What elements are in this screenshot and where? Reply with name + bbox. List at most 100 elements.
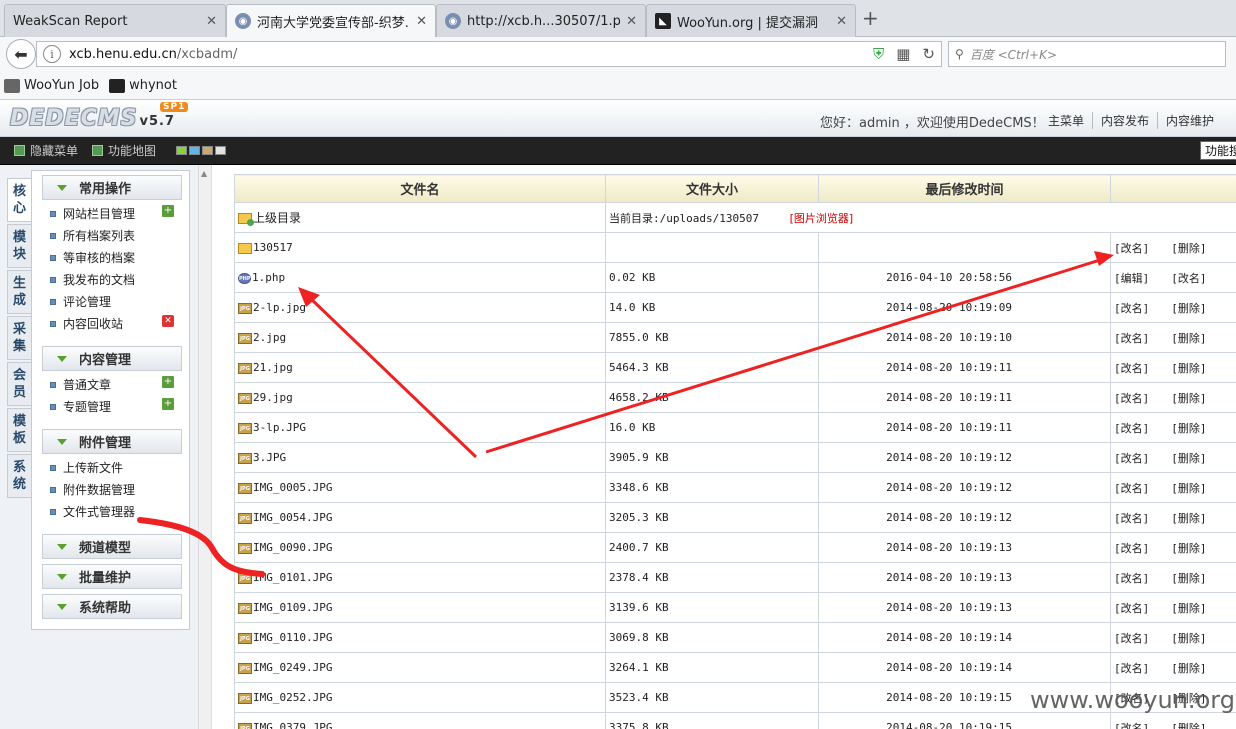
menu-item[interactable]: 所有档案列表: [50, 227, 135, 244]
parent-dir-link[interactable]: 上级目录: [234, 202, 606, 233]
rename-link[interactable]: [改名]: [1114, 602, 1149, 615]
close-icon[interactable]: ✕: [206, 14, 217, 29]
menu-section-header[interactable]: 频道模型: [42, 534, 182, 559]
delete-link[interactable]: [删除]: [1171, 662, 1206, 675]
close-icon[interactable]: ✕: [416, 14, 427, 29]
bookmark-wooyun-job[interactable]: WooYun Job: [4, 78, 99, 93]
file-name-cell[interactable]: JPG IMG_0090.JPG: [234, 532, 606, 563]
qrcode-icon[interactable]: ▦: [896, 45, 910, 63]
category-tab[interactable]: 会员: [7, 362, 31, 406]
file-name-cell[interactable]: JPG IMG_0101.JPG: [234, 562, 606, 593]
reload-icon[interactable]: ↻: [922, 45, 935, 63]
frame-divider[interactable]: ▲: [198, 165, 212, 729]
file-name-cell[interactable]: JPG 2.jpg: [234, 322, 606, 353]
file-name-cell[interactable]: JPG IMG_0249.JPG: [234, 652, 606, 683]
file-name-cell[interactable]: JPG IMG_0379.JPG: [234, 712, 606, 729]
file-name-cell[interactable]: JPG IMG_0110.JPG: [234, 622, 606, 653]
new-tab-button[interactable]: +: [862, 6, 879, 30]
delete-link[interactable]: [删除]: [1171, 302, 1206, 315]
category-tab[interactable]: 模板: [7, 408, 31, 452]
skin-swatch[interactable]: [176, 146, 188, 155]
menu-item[interactable]: 等审核的档案: [50, 249, 135, 266]
delete-link[interactable]: [删除]: [1171, 422, 1206, 435]
category-tab[interactable]: 采集: [7, 316, 31, 360]
scroll-up-icon[interactable]: ▲: [201, 169, 207, 178]
rename-link[interactable]: [改名]: [1114, 662, 1149, 675]
menu-item[interactable]: 普通文章 +: [50, 376, 174, 393]
delete-link[interactable]: [删除]: [1171, 602, 1206, 615]
menu-item[interactable]: 评论管理: [50, 293, 111, 310]
category-tab[interactable]: 核心: [7, 178, 31, 222]
delete-link[interactable]: [删除]: [1171, 632, 1206, 645]
file-name-cell[interactable]: JPG 2-lp.jpg: [234, 292, 606, 323]
delete-link[interactable]: [删除]: [1171, 332, 1206, 345]
close-icon[interactable]: ✕: [626, 14, 637, 29]
rename-link[interactable]: [改名]: [1114, 422, 1149, 435]
top-menu-main[interactable]: 主菜单: [1040, 112, 1092, 129]
info-icon[interactable]: i: [43, 45, 61, 63]
file-name-cell[interactable]: JPG 3.JPG: [234, 442, 606, 473]
rename-link[interactable]: [改名]: [1114, 542, 1149, 555]
category-tab[interactable]: 生成: [7, 270, 31, 314]
add-icon[interactable]: +: [162, 376, 174, 388]
tab-wooyun[interactable]: ◣ WooYun.org | 提交漏洞 ✕: [646, 4, 856, 37]
bookmark-whynot[interactable]: whynot: [109, 78, 177, 93]
menu-item[interactable]: 内容回收站 ✕: [50, 315, 174, 332]
delete-link[interactable]: [删除]: [1171, 242, 1206, 255]
delete-link[interactable]: [删除]: [1171, 512, 1206, 525]
add-icon[interactable]: +: [162, 398, 174, 410]
delete-link[interactable]: [删除]: [1171, 542, 1206, 555]
file-name-cell[interactable]: JPG IMG_0109.JPG: [234, 592, 606, 623]
top-menu-publish[interactable]: 内容发布: [1092, 112, 1157, 129]
category-tab[interactable]: 模块: [7, 224, 31, 268]
menu-item[interactable]: 网站栏目管理 +: [50, 205, 174, 222]
hide-menu-button[interactable]: 隐藏菜单: [14, 142, 78, 159]
file-name-cell[interactable]: JPG 21.jpg: [234, 352, 606, 383]
rename-link[interactable]: [改名]: [1114, 362, 1149, 375]
menu-item[interactable]: 专题管理 +: [50, 398, 174, 415]
delete-link[interactable]: [删除]: [1171, 362, 1206, 375]
function-map-button[interactable]: 功能地图: [92, 142, 156, 159]
skin-swatch[interactable]: [215, 146, 227, 155]
rename-link[interactable]: [改名]: [1114, 332, 1149, 345]
delete-link[interactable]: [删除]: [1171, 452, 1206, 465]
back-button[interactable]: ⬅: [6, 39, 36, 69]
file-name-cell[interactable]: JPG 3-lp.JPG: [234, 412, 606, 443]
rename-link[interactable]: [改名]: [1114, 572, 1149, 585]
file-name-cell[interactable]: JPG IMG_0005.JPG: [234, 472, 606, 503]
add-icon[interactable]: +: [162, 205, 174, 217]
rename-link[interactable]: [改名]: [1114, 242, 1149, 255]
delete-link[interactable]: [删除]: [1171, 722, 1206, 729]
delete-icon[interactable]: ✕: [162, 315, 174, 327]
category-tab[interactable]: 系统: [7, 454, 31, 498]
rename-link[interactable]: [改名]: [1171, 272, 1206, 285]
menu-item[interactable]: 上传新文件: [50, 459, 123, 476]
menu-item[interactable]: 我发布的文档: [50, 271, 135, 288]
skin-swatch[interactable]: [202, 146, 214, 155]
file-name-cell[interactable]: JPG IMG_0054.JPG: [234, 502, 606, 533]
shield-icon[interactable]: ⛨: [873, 45, 884, 63]
tab-weakscan[interactable]: WeakScan Report ✕: [4, 4, 226, 37]
tab-dedecms-admin[interactable]: ◉ 河南大学党委宣传部-织梦... ✕: [226, 4, 436, 37]
search-box[interactable]: ⚲ 百度 <Ctrl+K>: [948, 41, 1226, 67]
menu-section-header[interactable]: 系统帮助: [42, 594, 182, 619]
skin-swatch[interactable]: [189, 146, 201, 155]
delete-link[interactable]: [删除]: [1171, 392, 1206, 405]
file-name-cell[interactable]: JPG 29.jpg: [234, 382, 606, 413]
edit-link[interactable]: [编辑]: [1114, 272, 1149, 285]
rename-link[interactable]: [改名]: [1114, 482, 1149, 495]
rename-link[interactable]: [改名]: [1114, 392, 1149, 405]
file-name-cell[interactable]: 130517: [234, 232, 606, 263]
rename-link[interactable]: [改名]: [1114, 722, 1149, 729]
file-name-cell[interactable]: PHP1.php: [234, 262, 606, 293]
tab-1php[interactable]: ◉ http://xcb.h...30507/1.php ✕: [436, 4, 646, 37]
top-menu-maintain[interactable]: 内容维护: [1157, 112, 1222, 129]
rename-link[interactable]: [改名]: [1114, 452, 1149, 465]
file-name-cell[interactable]: JPG IMG_0252.JPG: [234, 682, 606, 713]
image-browser-link[interactable]: [图片浏览器]: [790, 212, 854, 225]
rename-link[interactable]: [改名]: [1114, 302, 1149, 315]
menu-section-header[interactable]: 内容管理: [42, 346, 182, 371]
menu-item[interactable]: 附件数据管理: [50, 481, 135, 498]
menu-section-header[interactable]: 附件管理: [42, 429, 182, 454]
menu-section-header[interactable]: 常用操作: [42, 175, 182, 200]
